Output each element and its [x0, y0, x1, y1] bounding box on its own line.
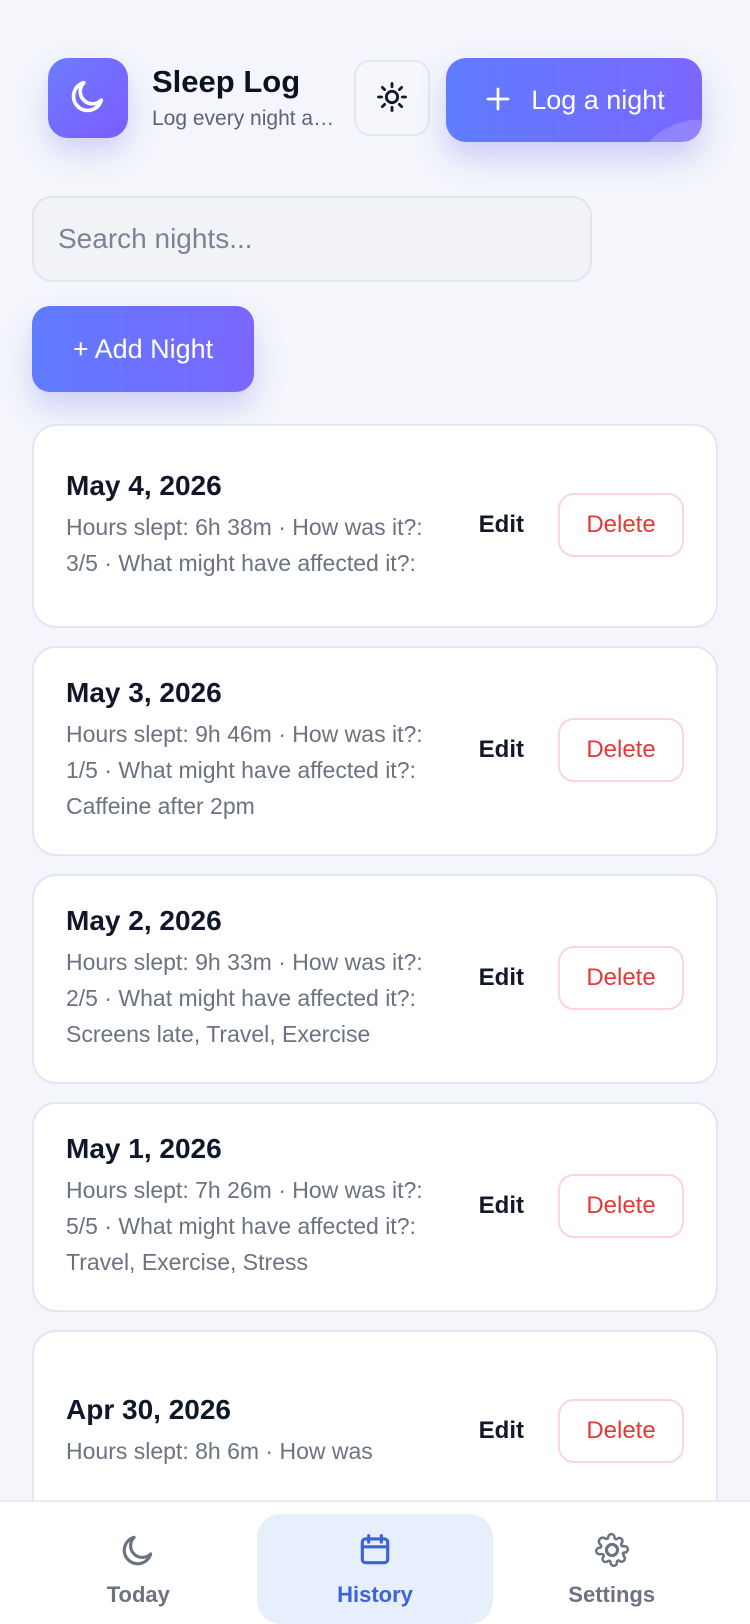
night-info: May 3, 2026 Hours slept: 9h 46m · How wa…: [66, 676, 426, 824]
calendar-icon: [356, 1531, 394, 1574]
night-card: May 2, 2026 Hours slept: 9h 33m · How wa…: [32, 874, 718, 1084]
night-actions: Edit Delete: [479, 493, 684, 557]
night-actions: Edit Delete: [479, 1174, 684, 1238]
night-actions: Edit Delete: [479, 1399, 684, 1463]
night-list: May 4, 2026 Hours slept: 6h 38m · How wa…: [32, 424, 718, 1552]
night-info: May 1, 2026 Hours slept: 7h 26m · How wa…: [66, 1132, 426, 1280]
edit-button[interactable]: Edit: [479, 1192, 524, 1220]
night-date: May 1, 2026: [66, 1133, 222, 1164]
night-info: Apr 30, 2026 Hours slept: 8h 6m · How wa…: [66, 1393, 426, 1469]
plus-icon: [483, 84, 513, 117]
edit-button[interactable]: Edit: [479, 1417, 524, 1445]
button-shine: [641, 111, 702, 142]
night-details: Hours slept: 9h 33m · How was it?: 2/5 ·…: [66, 949, 423, 1047]
sleep-log-screen: Sleep Log Log every night and see your p…: [0, 0, 750, 1624]
nav-history-label: History: [337, 1581, 413, 1607]
log-night-label: Log a night: [531, 84, 665, 115]
delete-button[interactable]: Delete: [558, 718, 684, 782]
log-night-button[interactable]: Log a night: [446, 58, 702, 142]
delete-button[interactable]: Delete: [558, 1399, 684, 1463]
nav-settings-label: Settings: [568, 1581, 656, 1607]
night-details: Hours slept: 9h 46m · How was it?: 1/5 ·…: [66, 721, 423, 819]
page-subtitle: Log every night and see your patterns: [152, 107, 337, 130]
night-card: May 3, 2026 Hours slept: 9h 46m · How wa…: [32, 646, 718, 856]
theme-toggle-button[interactable]: [354, 60, 430, 136]
moon-icon: [68, 76, 108, 121]
moon-icon: [119, 1531, 157, 1574]
page-title: Sleep Log: [152, 64, 301, 99]
night-date: May 2, 2026: [66, 905, 222, 936]
night-actions: Edit Delete: [479, 718, 684, 782]
night-details: Hours slept: 6h 38m · How was it?: 3/5 ·…: [66, 514, 423, 576]
night-date: May 3, 2026: [66, 677, 222, 708]
search-input[interactable]: [32, 196, 592, 282]
night-info: May 4, 2026 Hours slept: 6h 38m · How wa…: [66, 469, 426, 581]
nav-history[interactable]: History: [256, 1514, 494, 1624]
delete-button[interactable]: Delete: [558, 946, 684, 1010]
nav-today-label: Today: [106, 1581, 170, 1607]
gear-icon: [593, 1531, 631, 1574]
app-logo: [48, 58, 128, 138]
night-date: May 4, 2026: [66, 470, 222, 501]
night-card: May 4, 2026 Hours slept: 6h 38m · How wa…: [32, 424, 718, 628]
app-title-group: Sleep Log Log every night and see your p…: [152, 64, 337, 132]
sun-icon: [375, 80, 409, 117]
nav-today[interactable]: Today: [20, 1514, 257, 1624]
delete-button[interactable]: Delete: [558, 493, 684, 557]
nav-settings[interactable]: Settings: [493, 1514, 730, 1624]
night-info: May 2, 2026 Hours slept: 9h 33m · How wa…: [66, 904, 426, 1052]
edit-button[interactable]: Edit: [479, 736, 524, 764]
night-details: Hours slept: 8h 6m · How was: [66, 1438, 373, 1464]
edit-button[interactable]: Edit: [479, 511, 524, 539]
night-actions: Edit Delete: [479, 946, 684, 1010]
delete-button[interactable]: Delete: [558, 1174, 684, 1238]
night-card: May 1, 2026 Hours slept: 7h 26m · How wa…: [32, 1102, 718, 1312]
add-night-button[interactable]: + Add Night: [32, 306, 254, 392]
edit-button[interactable]: Edit: [479, 964, 524, 992]
bottom-navigation: Today History Settings: [0, 1500, 750, 1624]
night-details: Hours slept: 7h 26m · How was it?: 5/5 ·…: [66, 1177, 423, 1275]
app-header: Sleep Log Log every night and see your p…: [48, 58, 702, 142]
night-date: Apr 30, 2026: [66, 1394, 231, 1425]
